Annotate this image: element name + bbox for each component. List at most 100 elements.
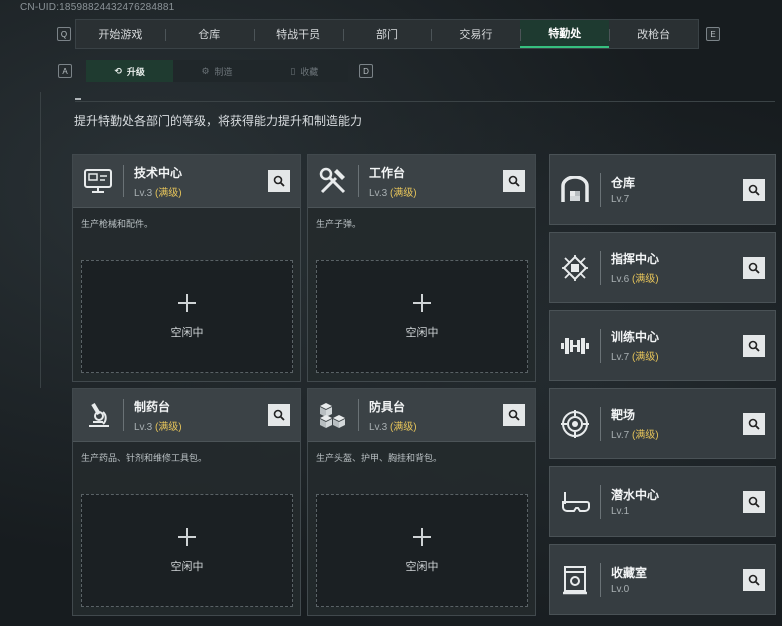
warehouse-icon <box>550 154 600 225</box>
target-icon <box>550 388 600 459</box>
dept-description: 生产药品、针剂和维修工具包。 <box>81 453 208 463</box>
facility-card-collection-room: 收藏室 Lv.0 <box>549 544 776 615</box>
chip-icon <box>550 232 600 303</box>
tab-operators[interactable]: 特战干员 <box>253 20 343 48</box>
dept-name: 工作台 <box>369 165 406 180</box>
max-level-tag: (满级) <box>154 421 182 433</box>
search-icon <box>748 418 760 430</box>
dept-card-header: 技术中心 Lv.3 (满级) <box>73 155 300 208</box>
inspect-button[interactable] <box>743 335 765 357</box>
facility-card-warehouse: 仓库 Lv.7 <box>549 154 776 225</box>
tab-start-game[interactable]: 开始游戏 <box>76 20 165 48</box>
max-level-tag: (满级) <box>389 187 417 199</box>
main-tab-bar: 开始游戏 仓库 特战干员 部门 交易行 特勤处 改枪台 <box>75 19 699 49</box>
facility-name: 收藏室 <box>611 566 648 580</box>
search-icon <box>508 175 520 187</box>
search-icon <box>508 409 520 421</box>
inspect-button[interactable] <box>503 404 525 426</box>
slot-status: 空闲中 <box>170 560 204 573</box>
facility-name: 训练中心 <box>611 330 660 344</box>
dept-card-tech-center: 技术中心 Lv.3 (满级) 生产枪械和配件。 空闲中 <box>72 154 301 382</box>
search-icon <box>748 184 760 196</box>
tab-market[interactable]: 交易行 <box>431 20 520 48</box>
uid-label: CN-UID:18598824432476284881 <box>20 2 175 13</box>
inspect-button[interactable] <box>743 179 765 201</box>
dept-description: 生产头盔、护甲、胸挂和背包。 <box>316 453 443 463</box>
subtab-upgrade[interactable]: ⟲ 升级 <box>86 60 174 82</box>
subnav-prev-key[interactable]: A <box>58 64 72 78</box>
search-icon <box>273 175 285 187</box>
facility-level: Lv.6 <box>611 274 630 285</box>
max-level-tag: (满级) <box>631 352 659 363</box>
dept-description: 生产子弹。 <box>316 219 362 229</box>
tab-special-ops[interactable]: 特勤处 <box>520 20 610 48</box>
tools-icon <box>308 155 358 208</box>
dept-card-header: 防具台 Lv.3 (满级) <box>308 389 535 442</box>
facility-level: Lv.1 <box>611 506 630 517</box>
subtab-craft-label: 制造 <box>214 66 233 77</box>
facility-card-shooting-range: 靶场 Lv.7 (满级) <box>549 388 776 459</box>
subtab-craft[interactable]: ⚙ 制造 <box>173 60 260 82</box>
dept-card-header: 工作台 Lv.3 (满级) <box>308 155 535 208</box>
inspect-button[interactable] <box>503 170 525 192</box>
dept-card-workbench: 工作台 Lv.3 (满级) 生产子弹。 空闲中 <box>307 154 536 382</box>
frame-line <box>40 92 41 388</box>
max-level-tag: (满级) <box>154 187 182 199</box>
inspect-button[interactable] <box>743 257 765 279</box>
subtab-upgrade-label: 升级 <box>126 66 145 77</box>
production-slot[interactable]: 空闲中 <box>81 260 293 373</box>
microscope-icon <box>73 389 123 442</box>
sub-tab-bar: ⟲ 升级 ⚙ 制造 ▯ 收藏 <box>86 60 348 82</box>
dumbbell-icon <box>550 310 600 381</box>
dept-level: Lv.3 <box>134 421 153 433</box>
dept-card-header: 制药台 Lv.3 (满级) <box>73 389 300 442</box>
facility-card-diving-center: 潜水中心 Lv.1 <box>549 466 776 537</box>
subtab-collect-label: 收藏 <box>300 66 319 77</box>
facility-name: 指挥中心 <box>611 252 660 266</box>
dept-card-pharmacy: 制药台 Lv.3 (满级) 生产药品、针剂和维修工具包。 空闲中 <box>72 388 301 616</box>
dept-description: 生产枪械和配件。 <box>81 219 154 229</box>
collect-icon: ▯ <box>290 65 296 76</box>
subnav-next-key[interactable]: D <box>359 64 373 78</box>
facility-level: Lv.7 <box>611 194 630 205</box>
page-description: 提升特勤处各部门的等级，将获得能力提升和制造能力 <box>74 114 363 128</box>
facility-card-training-center: 训练中心 Lv.7 (满级) <box>549 310 776 381</box>
dept-name: 制药台 <box>134 399 171 414</box>
facility-level: Lv.0 <box>611 584 630 595</box>
subtab-collect[interactable]: ▯ 收藏 <box>261 60 348 82</box>
tab-gunsmith[interactable]: 改枪台 <box>609 20 698 48</box>
nav-prev-key[interactable]: Q <box>57 27 71 41</box>
computer-icon <box>73 155 123 208</box>
dept-name: 技术中心 <box>134 165 183 180</box>
collection-case-icon <box>550 544 600 615</box>
nav-next-key[interactable]: E <box>706 27 720 41</box>
tab-warehouse[interactable]: 仓库 <box>164 20 254 48</box>
tab-department[interactable]: 部门 <box>342 20 432 48</box>
search-icon <box>748 340 760 352</box>
production-slot[interactable]: 空闲中 <box>81 494 293 607</box>
inspect-button[interactable] <box>743 413 765 435</box>
plus-icon <box>178 527 196 546</box>
search-icon <box>748 574 760 586</box>
slot-status: 空闲中 <box>405 326 439 339</box>
inspect-button[interactable] <box>268 170 290 192</box>
inspect-button[interactable] <box>743 569 765 591</box>
search-icon <box>748 496 760 508</box>
search-icon <box>748 262 760 274</box>
plus-icon <box>178 293 196 312</box>
production-slot[interactable]: 空闲中 <box>316 260 528 373</box>
upgrade-icon: ⟲ <box>114 65 122 76</box>
dept-card-armor-bench: 防具台 Lv.3 (满级) 生产头盔、护甲、胸挂和背包。 空闲中 <box>307 388 536 616</box>
max-level-tag: (满级) <box>631 274 659 285</box>
facility-name: 仓库 <box>611 176 636 190</box>
plus-icon <box>413 527 431 546</box>
inspect-button[interactable] <box>268 404 290 426</box>
plus-icon <box>413 293 431 312</box>
production-slot[interactable]: 空闲中 <box>316 494 528 607</box>
dept-level: Lv.3 <box>369 187 388 199</box>
inspect-button[interactable] <box>743 491 765 513</box>
divider-tick <box>75 98 81 100</box>
max-level-tag: (满级) <box>389 421 417 433</box>
dept-level: Lv.3 <box>134 187 153 199</box>
armor-boxes-icon <box>308 389 358 442</box>
